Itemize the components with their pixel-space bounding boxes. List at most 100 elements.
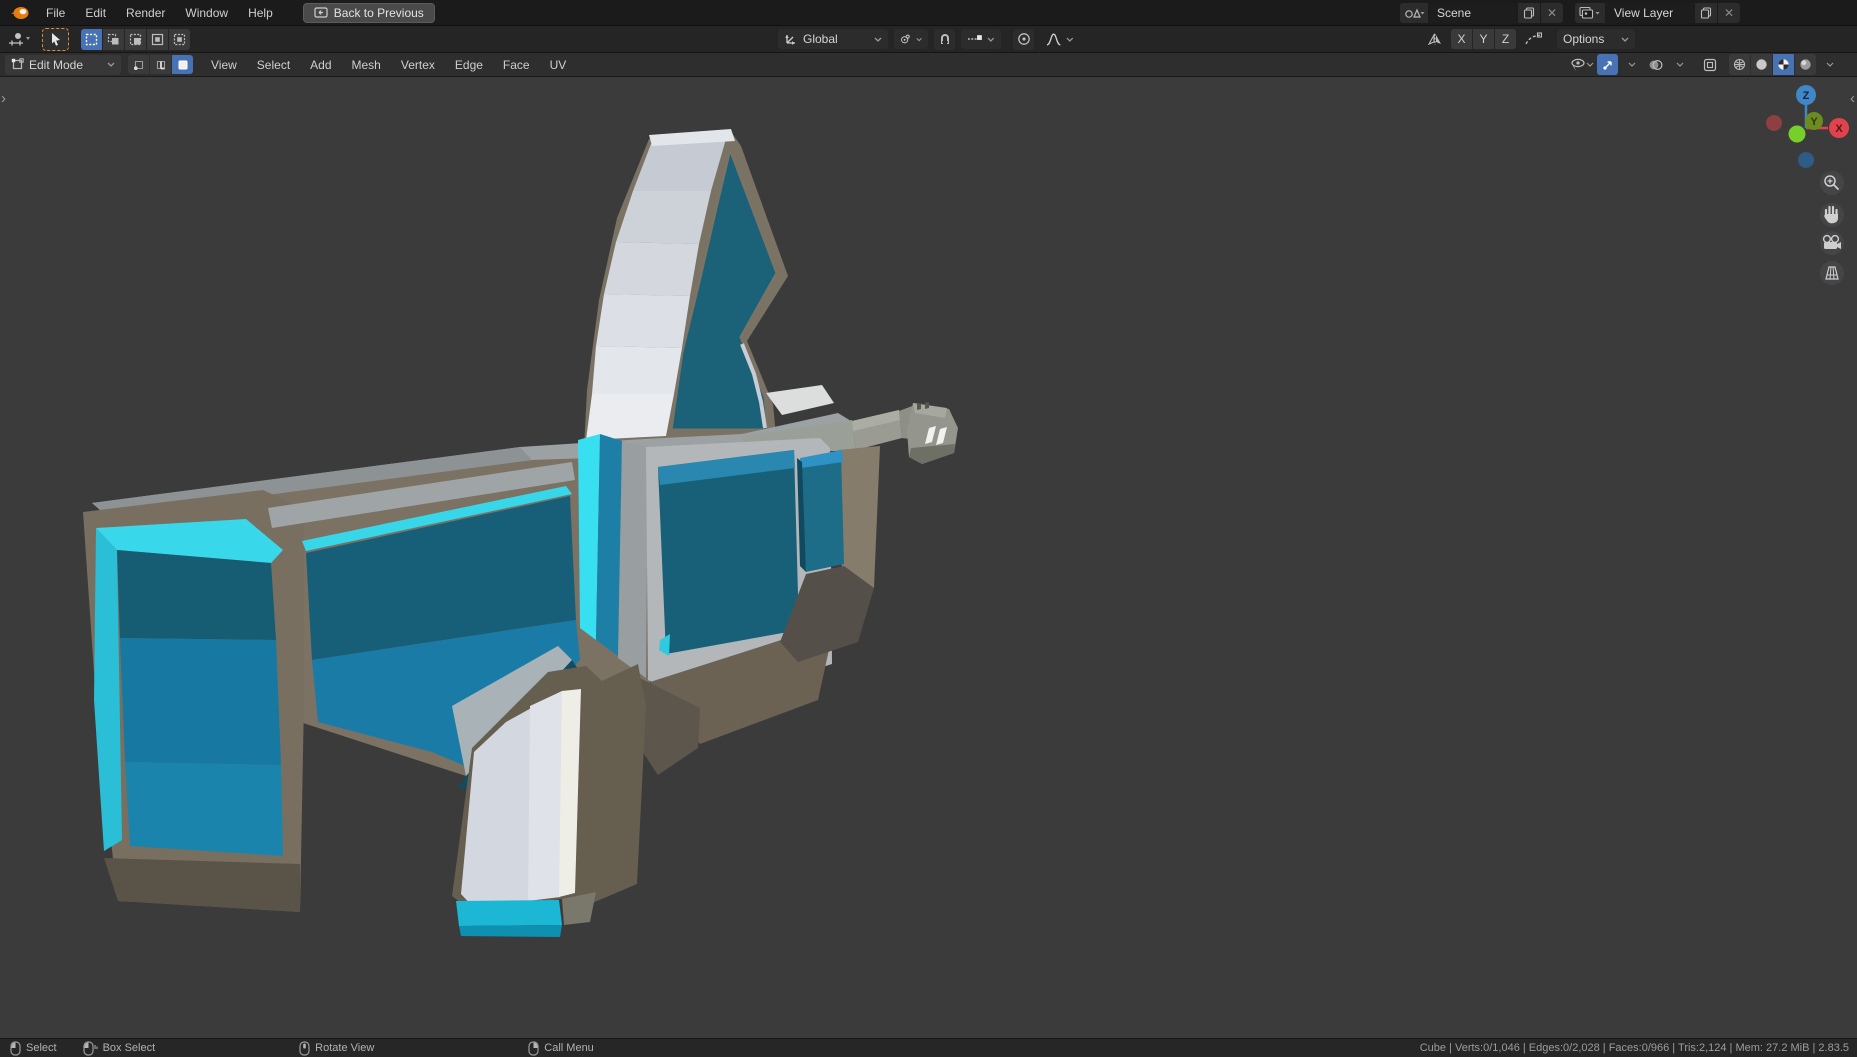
axis-pos-y-ball[interactable] xyxy=(1789,126,1806,143)
shading-rendered-button[interactable] xyxy=(1795,54,1816,75)
select-mode-subtract-button[interactable] xyxy=(125,29,146,50)
pivot-point-dropdown[interactable] xyxy=(894,29,928,49)
shading-wireframe-button[interactable] xyxy=(1729,54,1750,75)
cursor-icon xyxy=(49,32,62,46)
axis-neg-z-ball[interactable] xyxy=(1798,152,1814,168)
camera-view-button[interactable] xyxy=(1820,231,1844,255)
menu-vertex[interactable]: Vertex xyxy=(391,58,445,72)
show-object-types-dropdown[interactable] xyxy=(1570,54,1594,75)
mirror-axis-group: X Y Z xyxy=(1451,29,1516,49)
proportional-editing-button[interactable] xyxy=(1013,29,1034,50)
status-bar: Select Box Select Rotate View Call Menu xyxy=(0,1038,1857,1057)
svg-text:X: X xyxy=(1835,123,1843,135)
viewport-header: Edit Mode View Select Add Mesh Vertex Ed… xyxy=(0,53,1857,77)
perspective-toggle-button[interactable] xyxy=(1820,261,1844,285)
view-layer-copy-button[interactable] xyxy=(1695,3,1717,23)
menu-edge[interactable]: Edge xyxy=(445,58,493,72)
transform-orientation-dropdown[interactable]: Global xyxy=(778,29,888,49)
viewport-menus: View Select Add Mesh Vertex Edge Face UV xyxy=(201,58,576,72)
options-dropdown[interactable]: Options xyxy=(1557,29,1635,49)
sidebar-expand-arrow[interactable]: ‹ xyxy=(1850,90,1855,107)
correct-face-attributes-button[interactable] xyxy=(1522,29,1543,50)
menu-add[interactable]: Add xyxy=(300,58,341,72)
select-mode-set-button[interactable] xyxy=(81,29,102,50)
editor-type-button[interactable] xyxy=(6,29,32,50)
menu-window[interactable]: Window xyxy=(175,6,238,20)
menu-file[interactable]: File xyxy=(36,6,75,20)
scene-browse-button[interactable] xyxy=(1400,3,1428,23)
chevron-down-icon xyxy=(1628,62,1636,67)
menu-face[interactable]: Face xyxy=(493,58,540,72)
magnet-icon xyxy=(938,32,952,46)
zoom-button[interactable] xyxy=(1820,171,1844,195)
select-mode-vertex-edge-face xyxy=(128,55,193,74)
overlays-dropdown[interactable] xyxy=(1669,54,1690,75)
falloff-dropdown[interactable] xyxy=(1040,29,1080,49)
view-layer-icon xyxy=(1578,6,1602,20)
vertex-select-button[interactable] xyxy=(128,55,149,74)
viewport-toggles xyxy=(1570,53,1840,76)
edit-mode-icon xyxy=(11,58,24,71)
mode-dropdown[interactable]: Edit Mode xyxy=(5,55,121,75)
xray-toggle[interactable] xyxy=(1699,54,1720,75)
axis-neg-x-ball[interactable] xyxy=(1766,115,1782,131)
menu-view[interactable]: View xyxy=(201,58,247,72)
select-mode-invert-button[interactable] xyxy=(147,29,168,50)
scene-copy-button[interactable] xyxy=(1518,3,1540,23)
visibility-eye-icon xyxy=(1570,58,1586,71)
mouse-left-drag-icon xyxy=(83,1041,98,1056)
view-layer-remove-button[interactable]: ✕ xyxy=(1718,3,1740,23)
shading-dropdown[interactable] xyxy=(1819,54,1840,75)
copy-icon xyxy=(1523,7,1535,19)
edge-select-button[interactable] xyxy=(150,55,171,74)
menu-edit[interactable]: Edit xyxy=(75,6,116,20)
hint-call-menu: Call Menu xyxy=(528,1041,594,1056)
view-layer-name-field[interactable]: View Layer xyxy=(1606,3,1694,23)
gizmo-dropdown[interactable] xyxy=(1621,54,1642,75)
mouse-right-icon xyxy=(528,1041,539,1056)
scene-selector: Scene ✕ xyxy=(1400,3,1563,23)
chevron-down-icon xyxy=(1676,62,1684,67)
select-mode-intersect-button[interactable] xyxy=(169,29,190,50)
view-layer-browse-button[interactable] xyxy=(1575,3,1605,23)
select-mode-extend-button[interactable] xyxy=(103,29,124,50)
menu-select[interactable]: Select xyxy=(247,58,300,72)
mouse-middle-icon xyxy=(299,1041,310,1056)
tool-select-box-button[interactable] xyxy=(42,28,69,51)
hint-rotate-view: Rotate View xyxy=(299,1041,374,1056)
scene-name-field[interactable]: Scene xyxy=(1429,3,1517,23)
toolbar-expand-arrow[interactable]: › xyxy=(1,90,6,107)
menu-help[interactable]: Help xyxy=(238,6,283,20)
chevron-down-icon xyxy=(987,37,995,42)
shading-solid-button[interactable] xyxy=(1751,54,1772,75)
show-overlays-toggle[interactable] xyxy=(1645,54,1666,75)
back-to-previous-button[interactable]: Back to Previous xyxy=(303,3,435,23)
mirror-y-toggle[interactable]: Y xyxy=(1473,29,1494,49)
snap-toggle-button[interactable] xyxy=(934,29,955,50)
view-layer-selector: View Layer ✕ xyxy=(1575,3,1740,23)
blender-logo-icon[interactable] xyxy=(10,5,30,21)
gun-model xyxy=(83,129,958,937)
shading-material-preview-button[interactable] xyxy=(1773,54,1794,75)
gun-top-fin xyxy=(584,129,788,448)
snap-with-dropdown[interactable] xyxy=(961,29,1001,49)
viewport-3d[interactable]: › ‹ xyxy=(0,77,1857,1038)
face-select-button[interactable] xyxy=(172,55,193,74)
menu-render[interactable]: Render xyxy=(116,6,175,20)
scene-statistics: Cube | Verts:0/1,046 | Edges:0/2,028 | F… xyxy=(1420,1042,1857,1054)
overlays-icon xyxy=(1648,59,1663,71)
menu-mesh[interactable]: Mesh xyxy=(342,58,391,72)
navigation-gizmo[interactable]: Y Z X xyxy=(1766,85,1849,168)
top-menu-bar: File Edit Render Window Help Back to Pre… xyxy=(0,0,1857,26)
menu-uv[interactable]: UV xyxy=(540,58,577,72)
scene-icon xyxy=(1403,6,1425,20)
mirror-z-toggle[interactable]: Z xyxy=(1495,29,1516,49)
chevron-down-icon xyxy=(1826,62,1834,67)
active-tool-icon xyxy=(6,31,32,47)
scene-unlink-button[interactable]: ✕ xyxy=(1541,3,1563,23)
pan-hand-button[interactable] xyxy=(1820,203,1844,227)
gizmo-arrow-icon xyxy=(1601,58,1615,72)
mirror-x-toggle[interactable]: X xyxy=(1451,29,1472,49)
show-gizmo-toggle[interactable] xyxy=(1597,54,1618,75)
svg-text:Y: Y xyxy=(1810,116,1818,128)
